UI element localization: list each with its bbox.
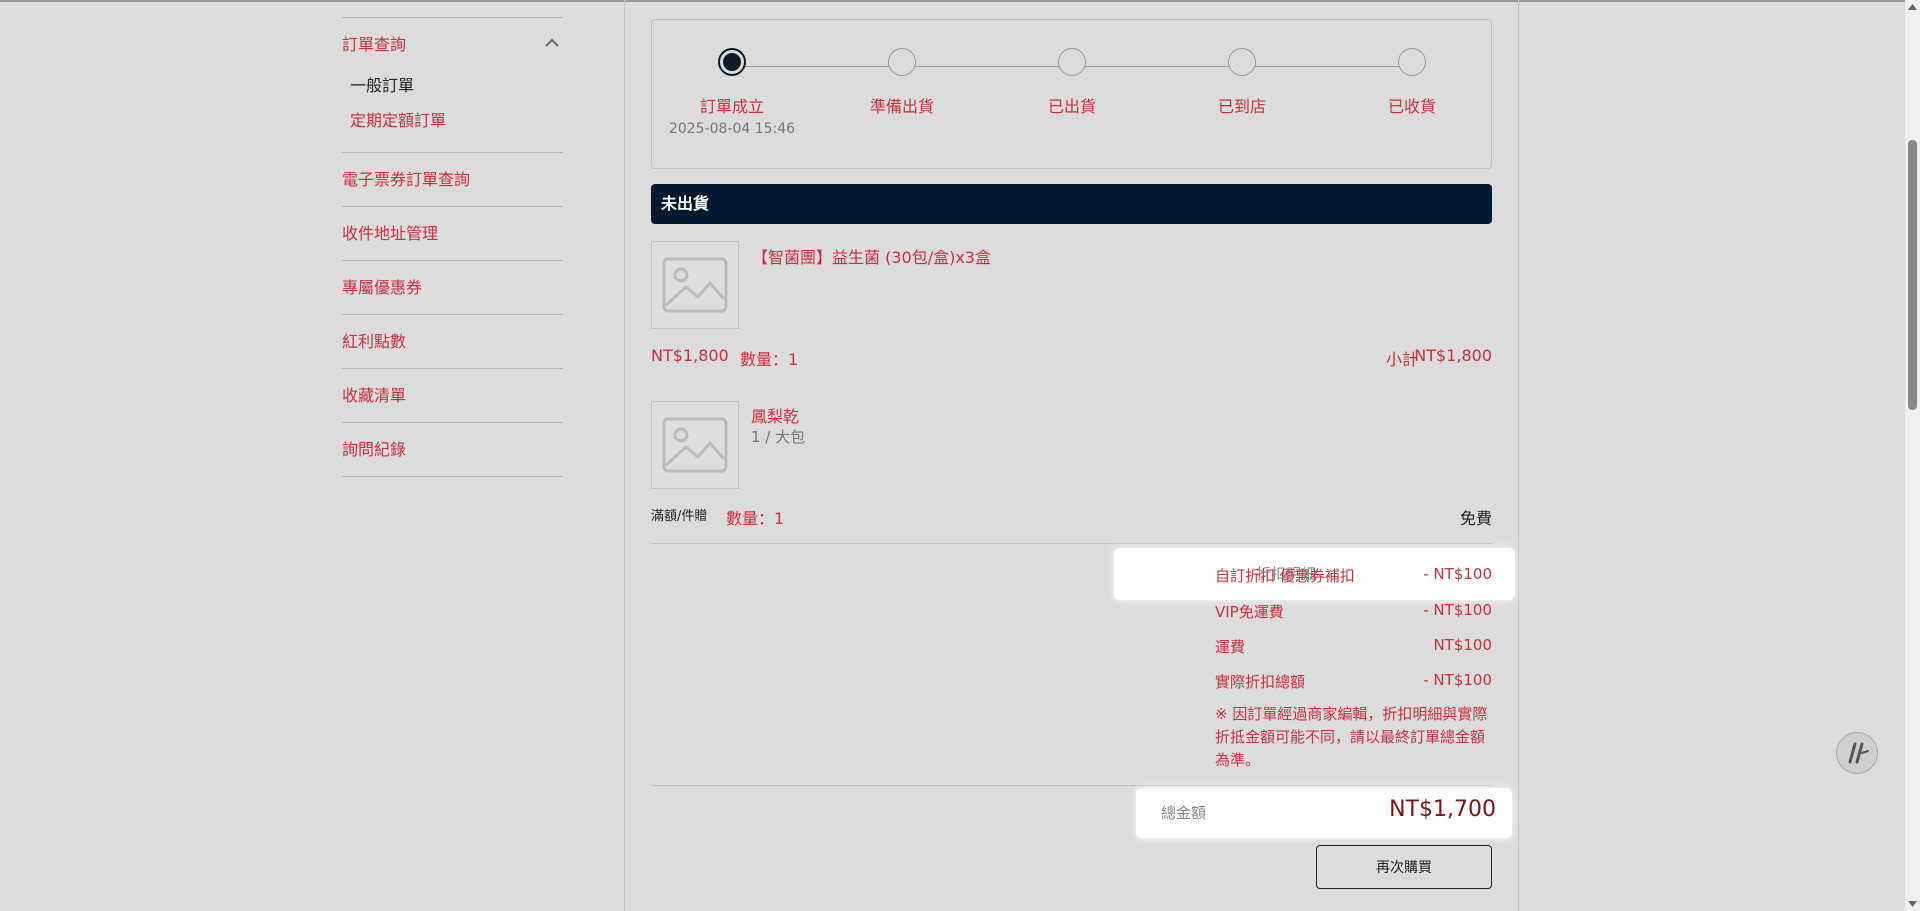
sidebar-group-title: 訂單查詢 bbox=[342, 35, 407, 54]
divider bbox=[651, 543, 1492, 544]
gift-tag: 滿額/件贈 bbox=[651, 509, 708, 524]
progress-step-time: 2025-08-04 15:46 bbox=[668, 121, 796, 137]
subtotal-label: 小計 bbox=[1386, 350, 1419, 369]
free-price-label: 免費 bbox=[1459, 509, 1492, 528]
sidebar-group-orders: 訂單查詢 一般訂單 定期定額訂單 bbox=[342, 18, 563, 153]
progress-dot bbox=[888, 48, 916, 76]
progress-step-label: 已到店 bbox=[1217, 97, 1266, 116]
progress-step: 已到店 bbox=[1172, 48, 1312, 117]
shipping-fee-value: NT$100 bbox=[1433, 636, 1492, 654]
progress-step: 已收貨 bbox=[1342, 48, 1482, 117]
product-title-link[interactable]: 鳳梨乾 bbox=[751, 403, 799, 427]
progress-step-label: 訂單成立 bbox=[699, 97, 764, 116]
content-right-border bbox=[1518, 0, 1519, 911]
sidebar-item-coupons[interactable]: 專屬優惠券 bbox=[342, 261, 563, 315]
progress-step: 準備出貨 bbox=[832, 48, 972, 117]
order-total: 總金額 NT$1,700 bbox=[1136, 788, 1512, 838]
total-value: NT$1,700 bbox=[1389, 797, 1496, 822]
brand-logo-icon bbox=[1848, 742, 1869, 764]
image-placeholder-icon bbox=[662, 417, 728, 473]
sidebar-item-address[interactable]: 收件地址管理 bbox=[342, 207, 563, 261]
progress-dot bbox=[1058, 48, 1086, 76]
image-placeholder-icon bbox=[662, 257, 728, 313]
product-variant: 1 / 大包 bbox=[751, 428, 806, 446]
order-progress: 訂單成立 2025-08-04 15:46 準備出貨 已出貨 已到店 已收貨 bbox=[651, 19, 1492, 169]
progress-dot bbox=[1228, 48, 1256, 76]
floating-help-button[interactable] bbox=[1836, 732, 1878, 774]
discount-name: 自訂折扣 優惠券補扣 bbox=[1215, 567, 1355, 585]
sidebar-item-bonus-points[interactable]: 紅利點數 bbox=[342, 315, 563, 369]
scroll-up-icon[interactable] bbox=[1905, 0, 1920, 14]
product-thumbnail[interactable] bbox=[651, 241, 739, 329]
sidebar-item-inquiries[interactable]: 詢問紀錄 bbox=[342, 423, 563, 477]
total-label: 總金額 bbox=[1161, 804, 1207, 822]
subtotal-value: NT$1,800 bbox=[1414, 346, 1492, 365]
top-edge-line bbox=[0, 0, 1905, 2]
divider bbox=[651, 785, 1492, 786]
shipping-fee-label: 運費 bbox=[1215, 638, 1246, 656]
progress-step-label: 已出貨 bbox=[1047, 97, 1096, 116]
scrollbar-thumb[interactable] bbox=[1908, 140, 1917, 410]
progress-step-label: 準備出貨 bbox=[869, 97, 934, 116]
sidebar-sub-list: 一般訂單 定期定額訂單 bbox=[342, 68, 563, 152]
product-thumbnail[interactable] bbox=[651, 401, 739, 489]
sidebar-item-general-orders[interactable]: 一般訂單 bbox=[342, 68, 563, 103]
scroll-down-icon[interactable] bbox=[1905, 897, 1920, 911]
chevron-up-icon[interactable] bbox=[543, 34, 561, 52]
product-price: NT$1,800 bbox=[651, 346, 729, 365]
progress-step: 已出貨 bbox=[1002, 48, 1142, 117]
progress-dot-active bbox=[718, 48, 746, 76]
discount-value: - NT$100 bbox=[1423, 565, 1492, 583]
discount-value: - NT$100 bbox=[1423, 601, 1492, 619]
sidebar-item-eticket-orders[interactable]: 電子票券訂單查詢 bbox=[342, 153, 563, 207]
shipment-status-bar: 未出貨 bbox=[651, 184, 1492, 224]
total-discount-value: - NT$100 bbox=[1423, 671, 1492, 689]
discount-name: VIP免運費 bbox=[1215, 603, 1284, 621]
buy-again-button[interactable]: 再次購買 bbox=[1316, 845, 1492, 889]
account-sidebar: 訂單查詢 一般訂單 定期定額訂單 電子票券訂單查詢 收件地址管理 專屬優惠券 紅… bbox=[342, 17, 563, 477]
discount-note: ※ 因訂單經過商家編輯，折扣明細與實際折抵金額可能不同，請以最終訂單總金額為準。 bbox=[1215, 705, 1488, 769]
product-quantity: 數量：1 bbox=[726, 509, 785, 528]
sidebar-group-toggle[interactable]: 訂單查詢 bbox=[342, 18, 563, 68]
sidebar-item-wishlist[interactable]: 收藏清單 bbox=[342, 369, 563, 423]
content-left-border bbox=[624, 0, 625, 911]
product-quantity: 數量：1 bbox=[740, 350, 799, 369]
page-scrollbar[interactable] bbox=[1905, 0, 1920, 911]
progress-step: 訂單成立 2025-08-04 15:46 bbox=[662, 48, 802, 137]
sidebar-item-subscription-orders[interactable]: 定期定額訂單 bbox=[342, 103, 563, 138]
total-discount-label: 實際折扣總額 bbox=[1215, 673, 1306, 691]
progress-step-label: 已收貨 bbox=[1387, 97, 1436, 116]
product-title-link[interactable]: 【智菌團】益生菌 (30包/盒)x3盒 bbox=[752, 244, 991, 268]
progress-dot bbox=[1398, 48, 1426, 76]
